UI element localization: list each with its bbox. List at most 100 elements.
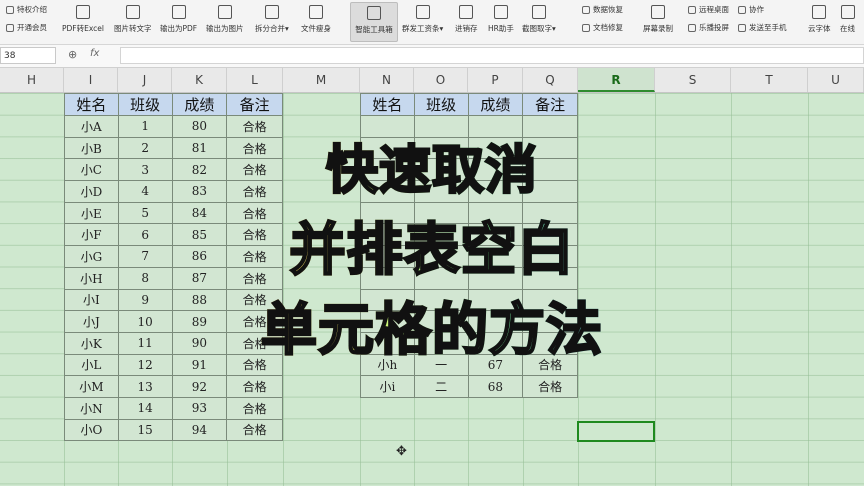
inventory-button[interactable]: 进销存 bbox=[455, 2, 478, 40]
send-payslip-button[interactable]: 群发工资条▾ bbox=[402, 2, 443, 40]
export-pdf-icon bbox=[171, 5, 186, 19]
table-row: 小N 14 93 合格 bbox=[64, 396, 283, 420]
send-to-phone-button[interactable]: 发送至手机 bbox=[738, 22, 787, 33]
collab-icon bbox=[738, 5, 746, 14]
screen-record-button[interactable]: 屏幕录制 bbox=[643, 2, 673, 40]
name-box[interactable]: 38 bbox=[0, 47, 56, 64]
image-text-icon bbox=[125, 5, 140, 19]
collaborate-button[interactable]: 协作 bbox=[738, 4, 764, 15]
table-cell[interactable]: 68 bbox=[467, 375, 524, 398]
online-button[interactable]: 在线 bbox=[840, 2, 855, 40]
table-row: 小i 二 68 合格 bbox=[360, 375, 578, 398]
table-cell[interactable]: 13 bbox=[117, 375, 173, 398]
remote-icon bbox=[688, 5, 696, 14]
column-header-i[interactable]: I bbox=[64, 68, 118, 92]
column-header-row: H I J K L M N O P Q R S T U bbox=[0, 68, 864, 93]
screenshot-icon bbox=[531, 5, 546, 19]
image-to-text-button[interactable]: 图片转文字 bbox=[114, 2, 152, 40]
cast-screen-button[interactable]: 乐播投屏 bbox=[688, 22, 729, 33]
header-cell-name[interactable]: 姓名 bbox=[360, 93, 415, 116]
table-cell[interactable]: 合格 bbox=[226, 375, 283, 398]
column-header-p[interactable]: P bbox=[468, 68, 523, 92]
hr-icon bbox=[493, 5, 508, 19]
member-icon bbox=[6, 23, 14, 32]
table-cell[interactable]: 小O bbox=[64, 418, 119, 442]
table-cell[interactable]: 15 bbox=[117, 418, 173, 442]
formula-bar: 38 ⊕ fx bbox=[0, 45, 864, 68]
toolbox-icon bbox=[367, 6, 381, 20]
inventory-icon bbox=[459, 5, 474, 19]
table-header-row: 姓名 班级 成绩 备注 bbox=[64, 93, 283, 116]
cloud-font-button[interactable]: 云字体 bbox=[808, 2, 831, 40]
table-cell[interactable]: 二 bbox=[413, 375, 469, 398]
doc-repair-button[interactable]: 文档修复 bbox=[582, 22, 623, 33]
column-header-k[interactable]: K bbox=[172, 68, 227, 92]
header-cell-name[interactable]: 姓名 bbox=[64, 93, 119, 116]
export-image-icon bbox=[217, 5, 232, 19]
remote-desktop-button[interactable]: 远程桌面 bbox=[688, 4, 729, 15]
recovery-icon bbox=[582, 5, 590, 14]
table-cell[interactable]: 合格 bbox=[522, 375, 578, 398]
overlay-title-line-2: 并排表空白 bbox=[0, 205, 864, 286]
column-header-q[interactable]: Q bbox=[523, 68, 578, 92]
online-icon bbox=[840, 5, 855, 19]
move-cursor-icon: ✥ bbox=[396, 444, 407, 459]
table-cell[interactable]: 合格 bbox=[226, 396, 283, 420]
privilege-intro-button[interactable]: 特权介绍 bbox=[6, 4, 47, 15]
table-row: 小M 13 92 合格 bbox=[64, 375, 283, 398]
column-header-s[interactable]: S bbox=[655, 68, 731, 92]
table-cell[interactable]: 小i bbox=[360, 375, 415, 398]
column-header-t[interactable]: T bbox=[731, 68, 808, 92]
hr-assistant-button[interactable]: HR助手 bbox=[488, 2, 514, 40]
export-pdf-button[interactable]: 输出为PDF bbox=[160, 2, 197, 40]
column-header-l[interactable]: L bbox=[227, 68, 283, 92]
header-cell-score[interactable]: 成绩 bbox=[467, 93, 524, 116]
active-cell-selection[interactable] bbox=[577, 421, 655, 442]
pdf-to-excel-button[interactable]: PDF转Excel bbox=[62, 2, 104, 40]
screenshot-ocr-button[interactable]: 截图取字▾ bbox=[522, 2, 556, 40]
split-merge-icon bbox=[264, 5, 279, 19]
record-icon bbox=[651, 5, 665, 19]
fx-icon[interactable]: fx bbox=[90, 48, 99, 59]
pdf-icon bbox=[75, 5, 90, 19]
header-cell-class[interactable]: 班级 bbox=[117, 93, 173, 116]
open-membership-button[interactable]: 开通会员 bbox=[6, 22, 47, 33]
column-header-m[interactable]: M bbox=[283, 68, 360, 92]
table-cell[interactable]: 合格 bbox=[226, 418, 283, 442]
crown-icon bbox=[6, 5, 14, 14]
zoom-icon[interactable]: ⊕ bbox=[68, 48, 77, 61]
column-header-j[interactable]: J bbox=[118, 68, 172, 92]
table-cell[interactable]: 小N bbox=[64, 396, 119, 420]
payslip-icon bbox=[415, 5, 430, 19]
export-image-button[interactable]: 输出为图片 bbox=[206, 2, 244, 40]
table-cell[interactable]: 93 bbox=[171, 396, 228, 420]
column-header-o[interactable]: O bbox=[414, 68, 468, 92]
file-slim-icon bbox=[309, 5, 323, 19]
repair-icon bbox=[582, 23, 590, 32]
table-cell[interactable]: 92 bbox=[171, 375, 228, 398]
header-cell-note[interactable]: 备注 bbox=[522, 93, 578, 116]
phone-icon bbox=[738, 23, 746, 32]
split-merge-button[interactable]: 拆分合并▾ bbox=[255, 2, 289, 40]
column-header-r[interactable]: R bbox=[578, 68, 655, 92]
column-header-u[interactable]: U bbox=[808, 68, 864, 92]
table-row: 小O 15 94 合格 bbox=[64, 418, 283, 442]
table-header-row: 姓名 班级 成绩 备注 bbox=[360, 93, 578, 116]
overlay-title-line-1: 快速取消 bbox=[0, 128, 864, 203]
header-cell-class[interactable]: 班级 bbox=[413, 93, 469, 116]
font-icon bbox=[812, 5, 827, 19]
column-header-h[interactable]: H bbox=[0, 68, 64, 92]
header-cell-score[interactable]: 成绩 bbox=[171, 93, 228, 116]
smart-toolbox-button[interactable]: 智能工具箱 bbox=[350, 2, 398, 42]
table-cell[interactable]: 14 bbox=[117, 396, 173, 420]
header-cell-note[interactable]: 备注 bbox=[226, 93, 283, 116]
data-recovery-button[interactable]: 数据恢复 bbox=[582, 4, 623, 15]
file-slim-button[interactable]: 文件瘦身 bbox=[301, 2, 331, 40]
column-header-n[interactable]: N bbox=[360, 68, 414, 92]
table-cell[interactable]: 94 bbox=[171, 418, 228, 442]
ribbon-toolbar: 特权介绍 开通会员 PDF转Excel 图片转文字 输出为PDF 输出为图片 拆… bbox=[0, 0, 864, 45]
overlay-title-line-3: 单元格的方法 bbox=[0, 285, 864, 366]
cast-icon bbox=[688, 23, 696, 32]
table-cell[interactable]: 小M bbox=[64, 375, 119, 398]
formula-input[interactable] bbox=[120, 47, 864, 64]
